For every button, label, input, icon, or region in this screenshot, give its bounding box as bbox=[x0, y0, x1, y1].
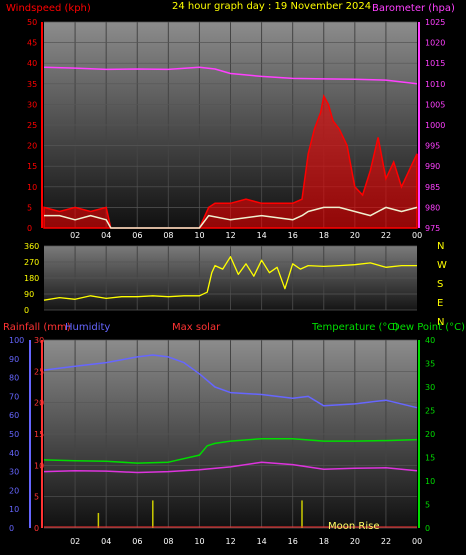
humidity-tick-label: 90 bbox=[9, 355, 19, 364]
humidity-tick-label: 100 bbox=[9, 336, 24, 345]
dewpoint-axis-title: Dew Point (°C) bbox=[392, 322, 465, 333]
x-tick-label-top: 12 bbox=[226, 231, 236, 240]
humidity-tick-label: 0 bbox=[9, 524, 14, 533]
temperature-tick-label: 35 bbox=[425, 360, 435, 369]
barometer-tick-label: 975 bbox=[425, 224, 440, 233]
solar-legend: Max solar bbox=[172, 322, 221, 333]
x-tick-label-top: 20 bbox=[350, 231, 360, 240]
humidity-tick-label: 50 bbox=[9, 430, 19, 439]
windspeed-tick-label: 35 bbox=[27, 80, 37, 89]
x-tick-label-top: 06 bbox=[132, 231, 142, 240]
weather-graph: Windspeed (kph) 24 hour graph day : 19 N… bbox=[3, 1, 465, 546]
x-tick-label-bottom: 14 bbox=[257, 537, 267, 546]
x-tick-label-bottom: 12 bbox=[226, 537, 236, 546]
x-tick-label-top: 08 bbox=[163, 231, 173, 240]
direction-tick-label: 360 bbox=[24, 242, 39, 251]
humidity-axis-title: Humidity bbox=[65, 322, 110, 333]
x-tick-label-top: 18 bbox=[319, 231, 329, 240]
windspeed-tick-label: 0 bbox=[27, 224, 32, 233]
x-tick-label-bottom: 20 bbox=[350, 537, 360, 546]
compass-label: E bbox=[437, 298, 443, 309]
temperature-tick-label: 40 bbox=[425, 336, 435, 345]
barometer-tick-label: 995 bbox=[425, 142, 440, 151]
x-tick-label-top: 22 bbox=[381, 231, 391, 240]
x-tick-label-top: 04 bbox=[101, 231, 111, 240]
windspeed-tick-label: 20 bbox=[27, 142, 37, 151]
humidity-tick-label: 70 bbox=[9, 392, 19, 401]
humidity-tick-label: 20 bbox=[9, 486, 19, 495]
direction-tick-label: 90 bbox=[24, 290, 34, 299]
windspeed-tick-label: 5 bbox=[27, 203, 32, 212]
temperature-tick-label: 20 bbox=[425, 430, 435, 439]
moon-rise-label: Moon Rise bbox=[328, 521, 379, 532]
windspeed-tick-label: 30 bbox=[27, 100, 37, 109]
direction-tick-label: 270 bbox=[24, 258, 39, 267]
compass-label: W bbox=[437, 260, 447, 271]
x-tick-label-bottom: 06 bbox=[132, 537, 142, 546]
x-tick-label-bottom: 08 bbox=[163, 537, 173, 546]
barometer-tick-label: 985 bbox=[425, 183, 440, 192]
humidity-tick-label: 10 bbox=[9, 505, 19, 514]
barometer-tick-label: 1005 bbox=[425, 100, 445, 109]
direction-tick-label: 180 bbox=[24, 274, 39, 283]
windspeed-tick-label: 45 bbox=[27, 39, 37, 48]
barometer-tick-label: 990 bbox=[425, 162, 440, 171]
windspeed-axis-title: Windspeed (kph) bbox=[6, 3, 91, 14]
windspeed-tick-label: 10 bbox=[27, 183, 37, 192]
x-tick-label-top: 00 bbox=[412, 231, 422, 240]
x-tick-label-bottom: 02 bbox=[70, 537, 80, 546]
barometer-tick-label: 1020 bbox=[425, 39, 445, 48]
compass-label: S bbox=[437, 279, 443, 290]
x-tick-label-bottom: 22 bbox=[381, 537, 391, 546]
temperature-tick-label: 5 bbox=[425, 501, 430, 510]
chart-title: 24 hour graph day : 19 November 2024 bbox=[172, 1, 371, 12]
temperature-axis-title: Temperature (°C) bbox=[311, 322, 398, 333]
humidity-tick-label: 40 bbox=[9, 449, 19, 458]
humidity-tick-label: 60 bbox=[9, 411, 19, 420]
barometer-tick-label: 1000 bbox=[425, 121, 445, 130]
windspeed-tick-label: 15 bbox=[27, 162, 37, 171]
windspeed-tick-label: 50 bbox=[27, 18, 37, 27]
humidity-tick-label: 80 bbox=[9, 374, 19, 383]
compass-label: N bbox=[437, 241, 444, 252]
windspeed-tick-label: 25 bbox=[27, 121, 37, 130]
x-tick-label-bottom: 16 bbox=[288, 537, 298, 546]
compass-labels: N W S E N bbox=[437, 241, 447, 328]
temperature-tick-label: 10 bbox=[425, 477, 435, 486]
rainfall-axis-title: Rainfall (mm) bbox=[3, 322, 71, 333]
x-tick-label-top: 16 bbox=[288, 231, 298, 240]
temperature-tick-label: 0 bbox=[425, 524, 430, 533]
barometer-tick-label: 980 bbox=[425, 203, 440, 212]
barometer-axis-title: Barometer (hpa) bbox=[372, 3, 455, 14]
temperature-tick-label: 25 bbox=[425, 407, 435, 416]
humidity-tick-label: 30 bbox=[9, 468, 19, 477]
windspeed-tick-label: 40 bbox=[27, 59, 37, 68]
direction-tick-label: 0 bbox=[24, 306, 29, 315]
barometer-tick-label: 1015 bbox=[425, 59, 445, 68]
x-tick-label-top: 14 bbox=[257, 231, 267, 240]
x-tick-label-top: 02 bbox=[70, 231, 80, 240]
x-tick-label-bottom: 00 bbox=[412, 537, 422, 546]
barometer-tick-label: 1010 bbox=[425, 80, 445, 89]
x-tick-label-top: 10 bbox=[194, 231, 204, 240]
rainfall-tick-label: 5 bbox=[34, 493, 39, 502]
x-tick-label-bottom: 04 bbox=[101, 537, 111, 546]
x-tick-label-bottom: 10 bbox=[194, 537, 204, 546]
barometer-tick-label: 1025 bbox=[425, 18, 445, 27]
x-tick-label-bottom: 18 bbox=[319, 537, 329, 546]
rainfall-tick-label: 0 bbox=[34, 524, 39, 533]
temperature-tick-label: 15 bbox=[425, 454, 435, 463]
temperature-tick-label: 30 bbox=[425, 383, 435, 392]
